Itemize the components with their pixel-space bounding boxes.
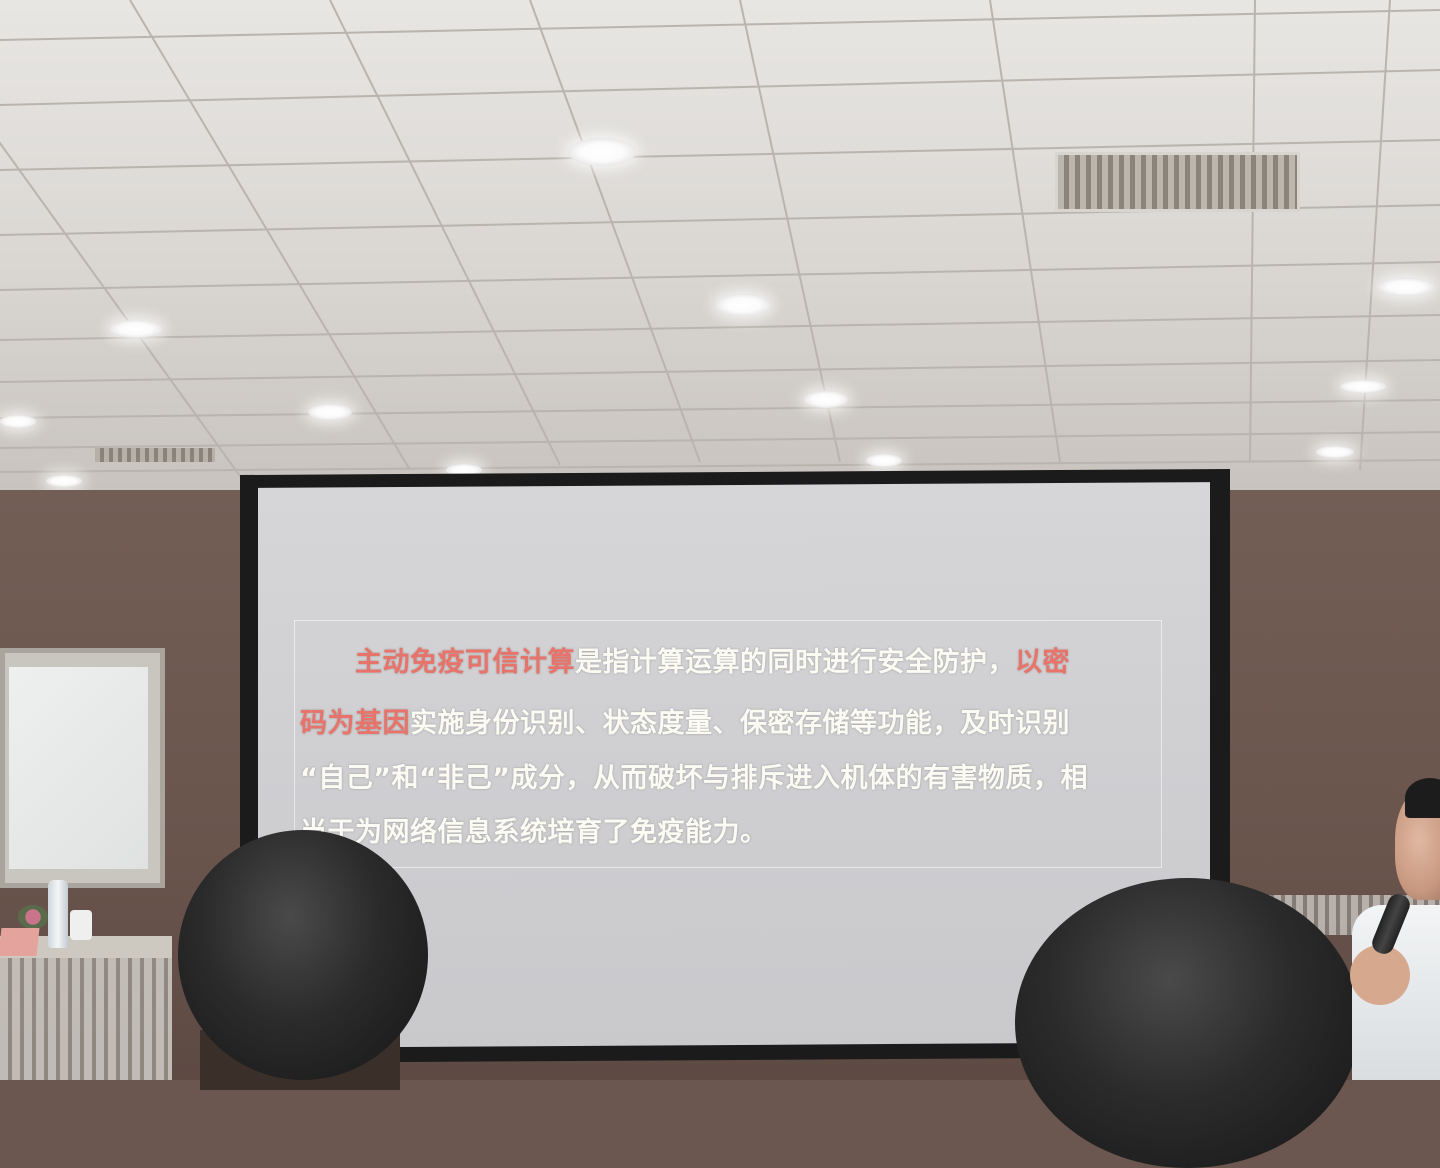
slide-highlight: 码为基因 xyxy=(300,708,410,739)
slide-line-2: 码为基因实施身份识别、状态度量、保密存储等功能，及时识别 xyxy=(300,701,1070,740)
ceiling-light xyxy=(308,404,352,420)
slide-text: “自己”和“非己”成分，从而破坏与排斥进入机体的有害物质，相 xyxy=(300,763,1088,794)
ceiling-light xyxy=(110,320,162,338)
speaker-hand xyxy=(1350,945,1410,1005)
slide-line-1: 主动免疫可信计算是指计算运算的同时进行安全防护，以密 xyxy=(355,640,1070,679)
ceiling-light xyxy=(0,415,36,428)
ceiling-light xyxy=(46,475,82,487)
air-vent xyxy=(1055,152,1300,212)
ceiling-light xyxy=(804,391,848,408)
slide-text: 实施身份识别、状态度量、保密存储等功能，及时识别 xyxy=(410,708,1070,739)
flower-pot xyxy=(18,905,48,929)
ceiling xyxy=(0,0,1440,500)
ceiling-light xyxy=(716,294,770,316)
ceiling-light xyxy=(866,454,902,467)
ceiling-light xyxy=(1316,446,1354,458)
ceiling-grid xyxy=(0,0,1440,491)
speaker-hair xyxy=(1405,778,1440,818)
audience-head-right xyxy=(1015,878,1360,1168)
cup xyxy=(70,910,92,940)
slide-line-3: “自己”和“非己”成分，从而破坏与排斥进入机体的有害物质，相 xyxy=(300,756,1088,795)
ceiling-light xyxy=(1340,380,1386,393)
audience-head-left xyxy=(178,830,428,1080)
slide-highlight: 主动免疫可信计算 xyxy=(355,647,575,678)
name-plate xyxy=(0,928,40,956)
radiator xyxy=(0,958,172,1080)
water-bottle xyxy=(48,880,68,948)
air-vent xyxy=(95,448,215,462)
slide-line-4: 当于为网络信息系统培育了免疫能力。 xyxy=(300,810,768,849)
slide-highlight: 以密 xyxy=(1015,647,1070,678)
whiteboard xyxy=(0,648,165,888)
slide-text: 是指计算运算的同时进行安全防护， xyxy=(575,647,1015,678)
ceiling-light xyxy=(568,138,636,166)
slide-text: 当于为网络信息系统培育了免疫能力。 xyxy=(300,817,768,848)
ceiling-light xyxy=(1378,278,1434,296)
whiteboard-surface xyxy=(9,667,148,869)
